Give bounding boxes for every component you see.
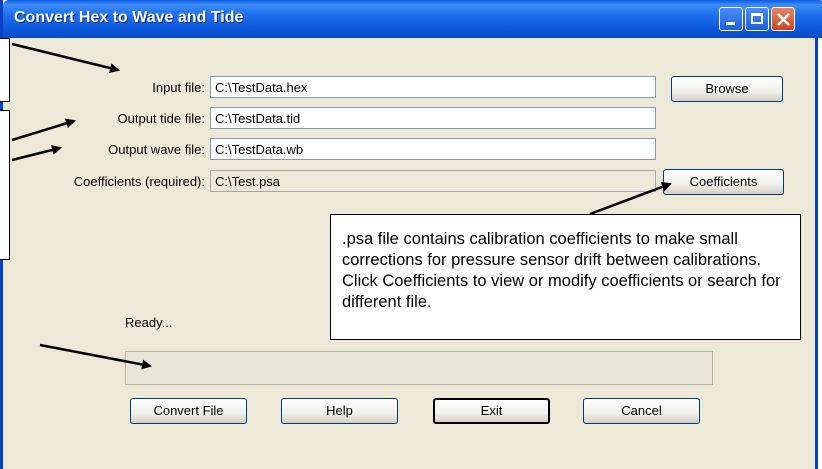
- exit-button[interactable]: Exit: [433, 398, 550, 424]
- title-bar[interactable]: Convert Hex to Wave and Tide: [3, 0, 822, 38]
- coefficients-field: C:\Test.psa: [210, 170, 656, 192]
- close-icon: [777, 13, 790, 26]
- output-tide-field[interactable]: C:\TestData.tid: [210, 107, 656, 129]
- annotation-box-output: [0, 110, 10, 260]
- coefficients-label: Coefficients (required):: [73, 174, 205, 189]
- input-file-field[interactable]: C:\TestData.hex: [210, 76, 656, 98]
- convert-file-button[interactable]: Convert File: [130, 398, 247, 424]
- output-wave-label: Output wave file:: [108, 142, 205, 157]
- minimize-button[interactable]: [719, 7, 743, 31]
- output-wave-field[interactable]: C:\TestData.wb: [210, 138, 656, 160]
- output-tide-label: Output tide file:: [117, 111, 205, 126]
- status-text: Ready...: [125, 315, 173, 330]
- maximize-icon: [751, 13, 763, 24]
- help-button[interactable]: Help: [281, 398, 398, 424]
- input-file-label: Input file:: [152, 80, 205, 95]
- minimize-icon: [726, 22, 735, 25]
- progress-bar: [125, 351, 713, 385]
- coefficients-callout: .psa file contains calibration coefficie…: [330, 214, 801, 340]
- maximize-button[interactable]: [745, 7, 769, 31]
- close-button[interactable]: [771, 7, 795, 31]
- coefficients-button[interactable]: Coefficients: [663, 169, 784, 195]
- cancel-button[interactable]: Cancel: [583, 398, 700, 424]
- browse-button[interactable]: Browse: [671, 76, 783, 102]
- window-title: Convert Hex to Wave and Tide: [14, 9, 244, 26]
- annotation-box-input: [0, 38, 10, 102]
